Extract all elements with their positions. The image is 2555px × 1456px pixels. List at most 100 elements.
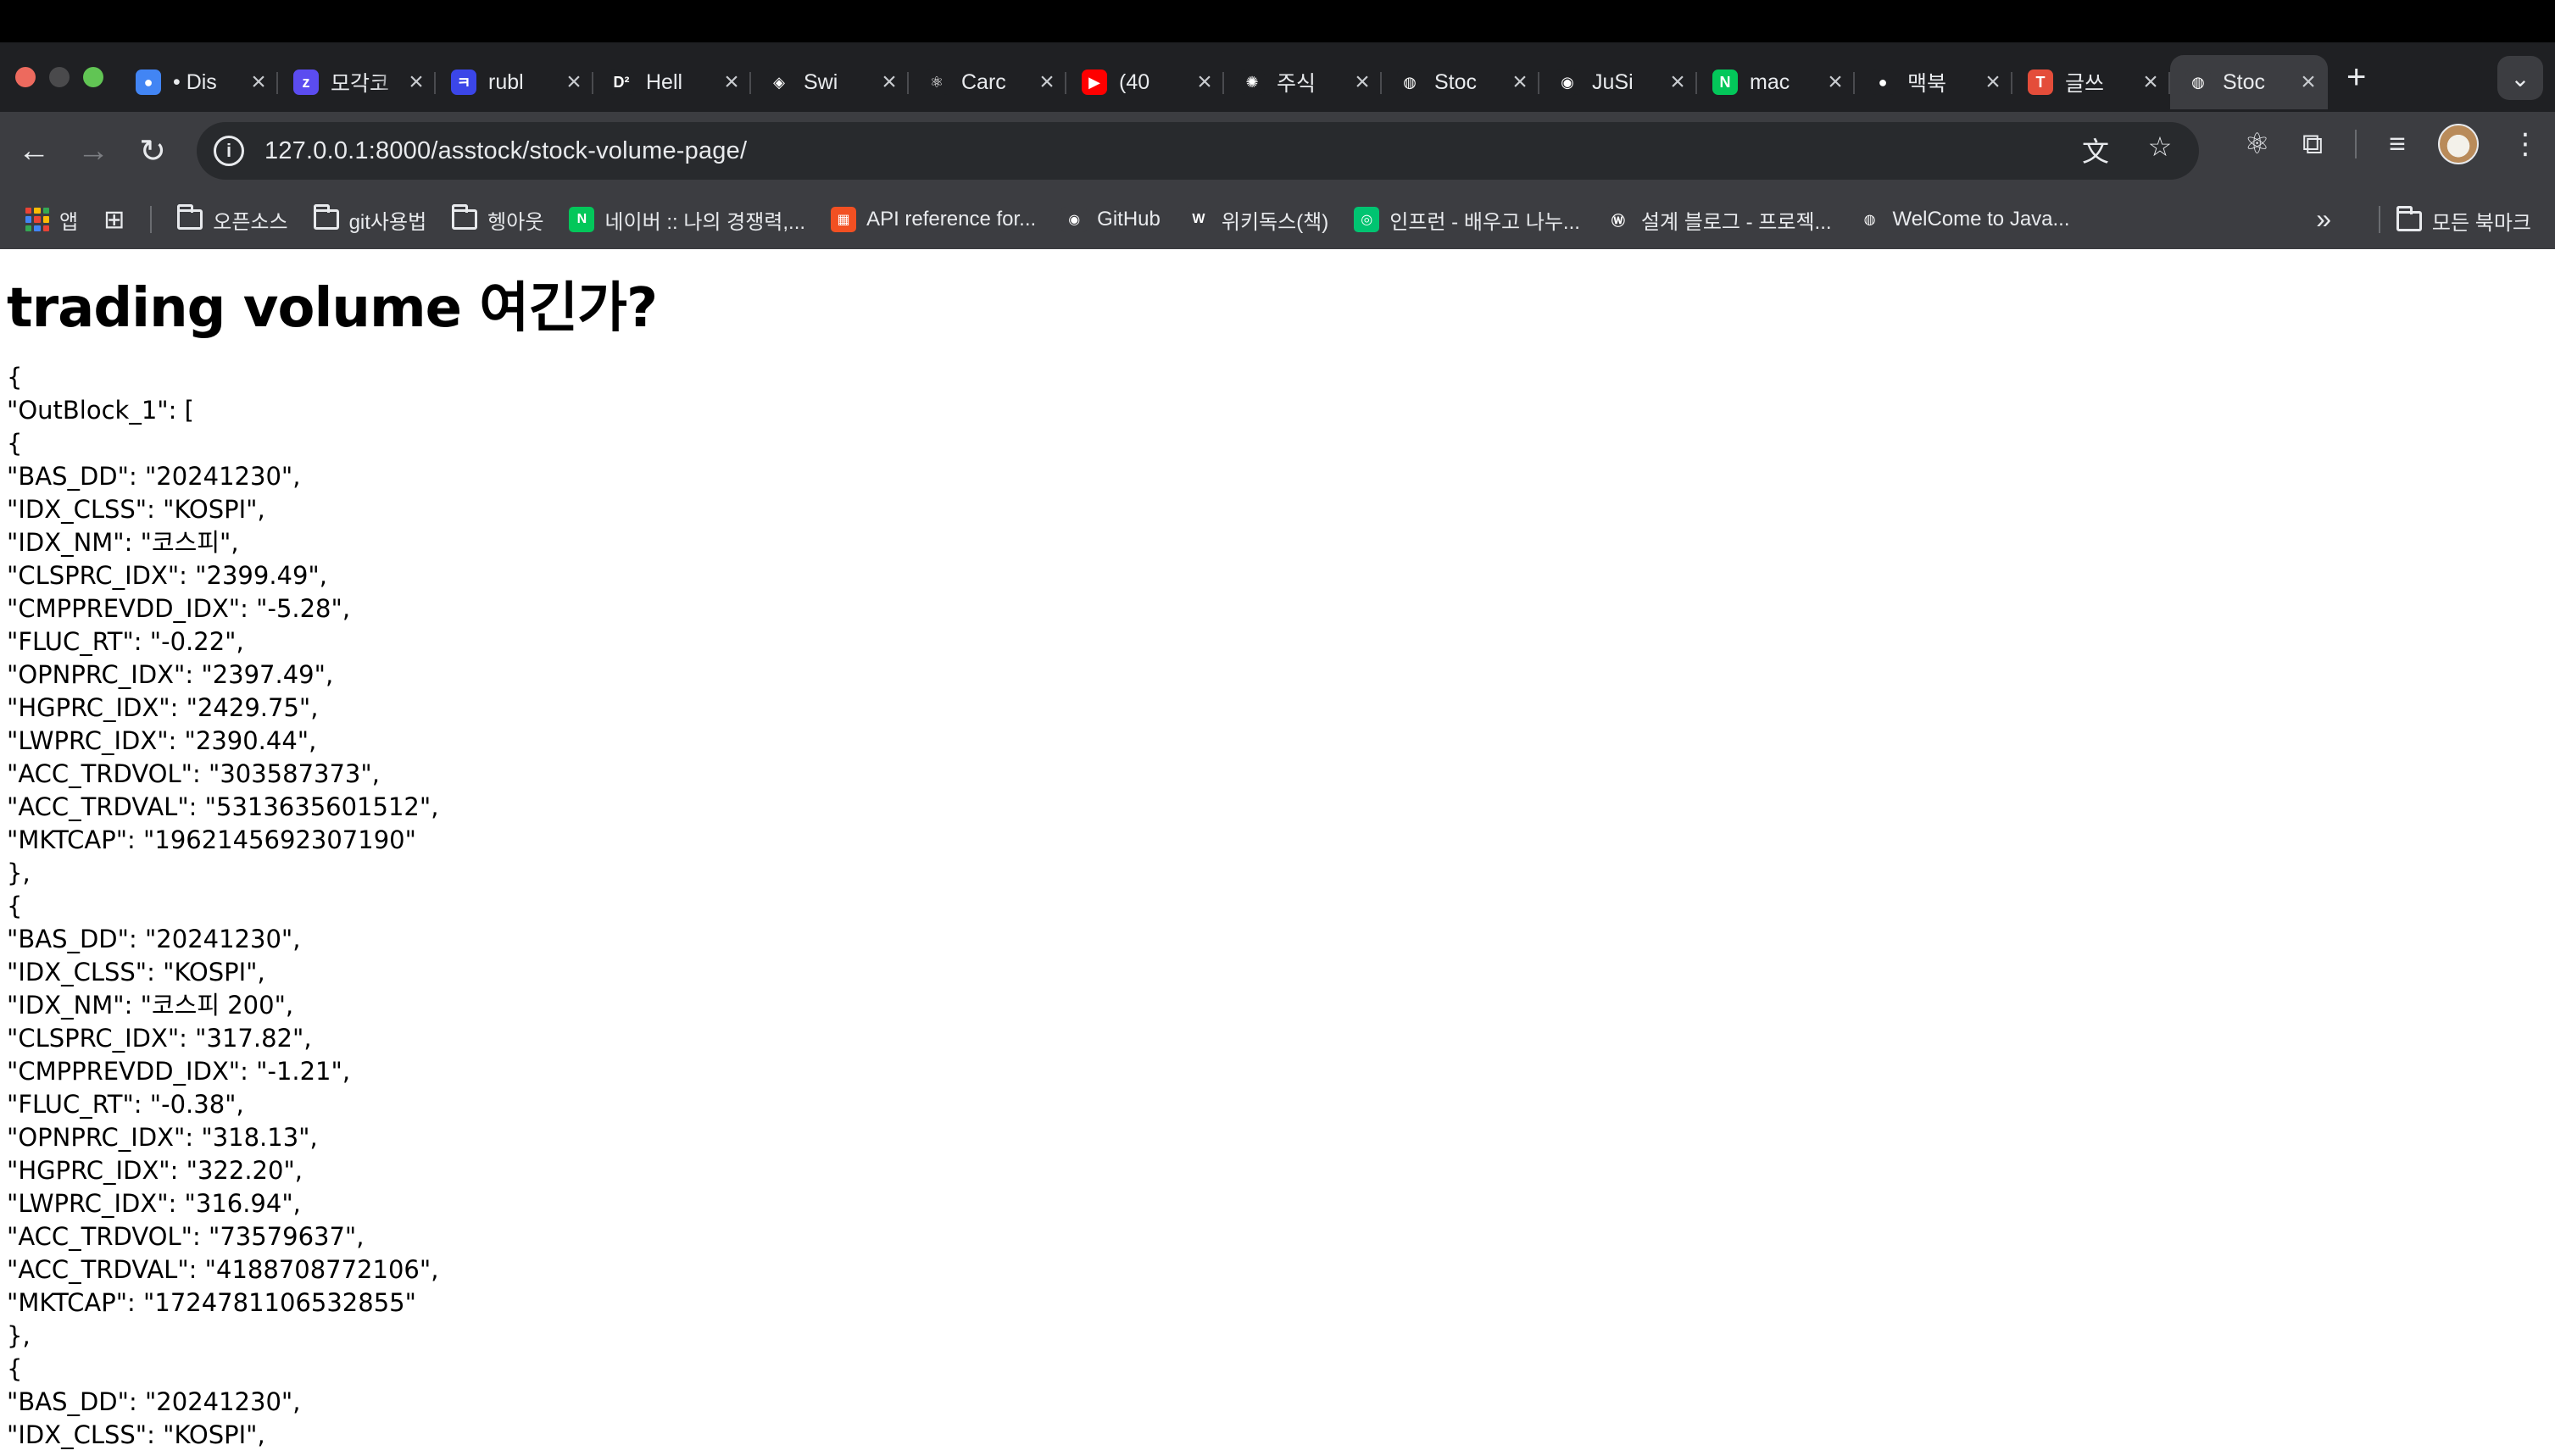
close-tab-icon[interactable]: × <box>2140 69 2162 95</box>
bookmark-item[interactable]: W 위키독스(책) <box>1185 205 1328 235</box>
json-line: "CLSPRC_IDX": "317.82", <box>7 1024 312 1053</box>
bookmark-star-icon[interactable]: ☆ <box>2141 131 2179 169</box>
maximize-window-button[interactable] <box>83 67 103 87</box>
page-title: trading volume 여긴가? <box>7 277 658 340</box>
close-tab-icon[interactable]: × <box>878 69 900 95</box>
menu-bar <box>0 0 2555 42</box>
bookmark-item[interactable]: ◎ 인프런 - 배우고 나누... <box>1354 205 1580 235</box>
tab-groups-button[interactable]: ⊞ <box>103 205 125 235</box>
browser-tab[interactable]: ◍ Stoc × <box>2170 55 2328 109</box>
json-line: "OPNPRC_IDX": "318.13", <box>7 1123 318 1152</box>
site-favicon-icon: N <box>569 207 595 232</box>
json-line: "OutBlock_1": [ <box>7 396 194 425</box>
browser-tab[interactable]: ● 맥북 × <box>1855 55 2012 109</box>
bookmark-label: git사용법 <box>348 210 427 234</box>
minimize-window-button[interactable] <box>49 67 70 87</box>
github-icon: ◉ <box>1555 69 1580 95</box>
browser-tab[interactable]: T 글쓰 × <box>2012 55 2170 109</box>
browser-tab[interactable]: D² Hell × <box>593 55 751 109</box>
bookmark-label: GitHub <box>1097 208 1161 231</box>
window-controls <box>15 67 103 87</box>
json-line: "CLSPRC_IDX": "2399.49", <box>7 561 327 590</box>
translate-icon[interactable]: 文 <box>2077 131 2114 169</box>
tab-title: • Dis <box>173 69 217 94</box>
browser-tab[interactable]: ◉ JuSi × <box>1539 55 1697 109</box>
bookmark-item[interactable]: N 네이버 :: 나의 경쟁력,... <box>569 205 805 235</box>
back-button[interactable]: ← <box>8 125 59 176</box>
close-tab-icon[interactable]: × <box>1036 69 1058 95</box>
browser-tab[interactable]: ◍ Stoc × <box>1382 55 1539 109</box>
more-menu-icon[interactable]: ⋮ <box>2511 127 2540 161</box>
browser-tab[interactable]: ✺ 주식 × <box>1224 55 1382 109</box>
browser-tab[interactable]: z 모각코 × <box>278 55 436 109</box>
close-tab-icon[interactable]: × <box>1667 69 1689 95</box>
browser-tab[interactable]: ⚛ Carc × <box>909 55 1066 109</box>
json-line: "IDX_CLSS": "KOSPI", <box>7 495 265 524</box>
react-devtools-icon[interactable]: ⚛ <box>2244 127 2269 161</box>
close-tab-icon[interactable]: × <box>248 69 270 95</box>
url-text[interactable]: 127.0.0.1:8000/asstock/stock-volume-page… <box>264 137 747 165</box>
tab-title: rubl <box>488 69 524 94</box>
bookmark-item[interactable]: ◍ WelCome to Java... <box>1856 207 2070 232</box>
profile-avatar[interactable] <box>2438 124 2479 164</box>
bookmark-item[interactable]: ▦ API reference for... <box>831 207 1036 232</box>
json-line: "HGPRC_IDX": "2429.75", <box>7 693 319 722</box>
json-line: "MKTCAP": "1724781106532855" <box>7 1288 416 1317</box>
extensions-icon[interactable]: ⧉ <box>2302 128 2323 161</box>
site-favicon-icon: ◍ <box>1856 207 1883 232</box>
json-line: { <box>7 892 23 920</box>
bookmark-folder[interactable]: 오픈소스 <box>177 204 288 235</box>
tab-title: Hell <box>646 69 683 94</box>
reload-button[interactable]: ↻ <box>127 125 178 176</box>
bookmark-folder[interactable]: git사용법 <box>313 204 427 235</box>
page-content: trading volume 여긴가? {"OutBlock_1": [{"BA… <box>0 249 2555 1452</box>
browser-tab[interactable]: Nmac × <box>1697 55 1855 109</box>
close-window-button[interactable] <box>15 67 36 87</box>
reading-list-icon[interactable]: ≡ <box>2389 128 2406 161</box>
bookmark-apps[interactable]: 앱 <box>25 205 78 235</box>
json-line: "ACC_TRDVOL": "303587373", <box>7 759 380 788</box>
folder-icon <box>452 204 478 230</box>
browser-tab[interactable]: ▶ (40 × <box>1066 55 1224 109</box>
json-line: }, <box>7 859 31 887</box>
browser-tab[interactable]: ● • Dis × <box>120 55 278 109</box>
more-bookmarks-icon[interactable]: » <box>2316 203 2331 235</box>
all-bookmarks-folder[interactable]: 모든 북마크 <box>2396 205 2531 236</box>
site-info-icon[interactable]: i <box>214 136 244 166</box>
tab-search-button[interactable]: ⌄ <box>2497 56 2543 100</box>
browser-tab[interactable]: ㅋ rubl × <box>436 55 593 109</box>
bookmark-item[interactable]: Ⓦ 설계 블로그 - 프로젝... <box>1605 205 1832 235</box>
bookmark-label: 헹아웃 <box>487 210 544 234</box>
openai-icon: ✺ <box>1239 69 1265 95</box>
bookmarks-divider <box>150 206 153 233</box>
close-tab-icon[interactable]: × <box>2297 69 2319 95</box>
close-tab-icon[interactable]: × <box>1351 69 1373 95</box>
close-tab-icon[interactable]: × <box>1194 69 1216 95</box>
address-bar[interactable]: i 127.0.0.1:8000/asstock/stock-volume-pa… <box>197 122 2199 180</box>
bookmark-label: 앱 <box>59 210 79 234</box>
close-tab-icon[interactable]: × <box>1824 69 1846 95</box>
zoom-icon: z <box>293 69 319 95</box>
json-line: "ACC_TRDVAL": "4188708772106", <box>7 1255 439 1284</box>
json-line: "FLUC_RT": "-0.38", <box>7 1090 244 1119</box>
close-tab-icon[interactable]: × <box>1509 69 1531 95</box>
new-tab-button[interactable]: + <box>2346 58 2366 97</box>
close-tab-icon[interactable]: × <box>405 69 427 95</box>
bookmark-label: 네이버 :: 나의 경쟁력,... <box>604 210 806 234</box>
chrome-icon: ● <box>136 69 161 95</box>
bookmark-item[interactable]: ◉ GitHub <box>1061 207 1161 232</box>
json-line: "LWPRC_IDX": "316.94", <box>7 1189 301 1218</box>
arrow-left-icon: ← <box>18 132 50 169</box>
close-tab-icon[interactable]: × <box>1982 69 2004 95</box>
json-line: { <box>7 1354 23 1383</box>
close-tab-icon[interactable]: × <box>721 69 743 95</box>
bookmark-folder[interactable]: 헹아웃 <box>452 204 544 235</box>
json-line: "OPNPRC_IDX": "2397.49", <box>7 660 334 689</box>
tab-title: Carc <box>961 69 1006 94</box>
forward-button[interactable]: → <box>68 125 119 176</box>
json-line: "CMPPREVDD_IDX": "-5.28", <box>7 594 351 623</box>
json-line: "CMPPREVDD_IDX": "-1.21", <box>7 1057 351 1086</box>
close-tab-icon[interactable]: × <box>563 69 585 95</box>
json-line: }, <box>7 1321 31 1350</box>
browser-tab[interactable]: ◈ Swi × <box>751 55 909 109</box>
